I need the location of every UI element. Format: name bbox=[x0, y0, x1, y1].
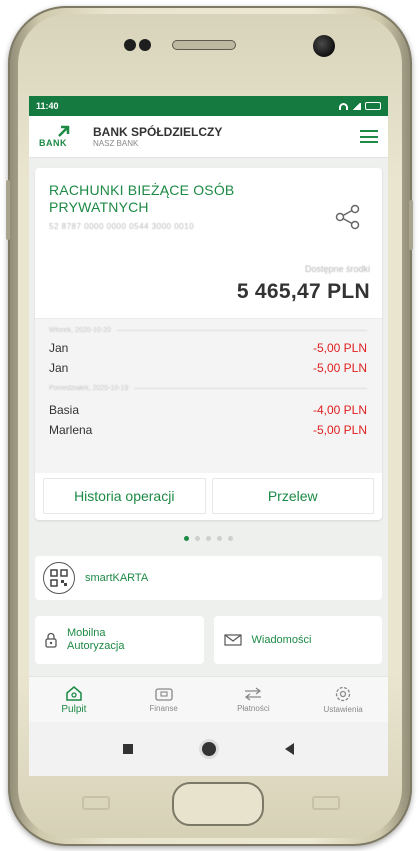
transaction-name: Basia bbox=[49, 403, 80, 417]
transaction-amount: -4,00 PLN bbox=[312, 403, 367, 417]
earpiece-speaker bbox=[172, 40, 236, 50]
account-card[interactable]: RACHUNKI BIEŻĄCE OSÓB PRYWATNYCH 52 8787… bbox=[35, 168, 382, 520]
transaction-row[interactable]: Basia -4,00 PLN bbox=[49, 403, 367, 417]
transaction-name: Marlena bbox=[49, 423, 93, 437]
nav-item-ustawienia[interactable]: Ustawienia bbox=[298, 677, 388, 722]
available-funds-label: Dostępne środki bbox=[304, 264, 370, 274]
quick-tiles: Mobilna Autoryzacja Wiadomości bbox=[35, 616, 382, 664]
transaction-amount: -5,00 PLN bbox=[312, 361, 367, 375]
smartkarta-button[interactable]: smartKARTA bbox=[35, 556, 382, 600]
nav-label: Finanse bbox=[149, 703, 178, 713]
signal-icon bbox=[352, 102, 361, 110]
volume-button bbox=[6, 180, 10, 240]
status-icons bbox=[339, 102, 381, 110]
history-button[interactable]: Historia operacji bbox=[43, 478, 206, 514]
nav-item-pulpit[interactable]: Pulpit bbox=[29, 677, 119, 722]
qr-code-icon bbox=[43, 562, 75, 594]
wifi-icon bbox=[339, 102, 348, 110]
nav-item-finanse[interactable]: Finanse bbox=[119, 677, 209, 722]
logo-text: BANK bbox=[39, 137, 67, 148]
bank-subtitle: NASZ BANK bbox=[93, 139, 139, 148]
page-dot[interactable] bbox=[195, 536, 200, 541]
page-dot[interactable] bbox=[228, 536, 233, 541]
share-icon[interactable] bbox=[335, 204, 361, 230]
sensor-dot-1 bbox=[124, 39, 136, 51]
messages-tile[interactable]: Wiadomości bbox=[213, 616, 382, 664]
account-number: 52 8787 0000 0000 0544 3000 0010 bbox=[49, 222, 195, 231]
transaction-row[interactable]: Jan -5,00 PLN bbox=[49, 361, 367, 375]
sensor-dot-2 bbox=[139, 39, 151, 51]
back-triangle-icon[interactable] bbox=[284, 743, 294, 755]
transfer-button[interactable]: Przelew bbox=[211, 478, 374, 514]
power-button bbox=[409, 200, 413, 250]
carousel-pagination bbox=[29, 536, 388, 541]
date-separator: Wtorek, 2020-10-20 bbox=[49, 327, 367, 334]
hamburger-menu-icon[interactable] bbox=[360, 130, 378, 143]
date-separator: Poniedziałek, 2020-10-19 bbox=[49, 385, 367, 392]
bank-logo: BANK bbox=[39, 125, 87, 148]
bank-title: BANK SPÓŁDZIELCZY bbox=[93, 125, 223, 139]
page-dot[interactable] bbox=[217, 536, 222, 541]
balance-amount: 5 465,47 PLN bbox=[236, 280, 370, 303]
smartkarta-label: smartKARTA bbox=[85, 572, 149, 584]
transaction-row[interactable]: Marlena -5,00 PLN bbox=[49, 423, 367, 437]
phone-screen: 11:40 BANK BANK SPÓŁDZIELCZY NASZ BANK R… bbox=[29, 96, 388, 776]
home-icon bbox=[66, 685, 82, 701]
lock-icon bbox=[45, 632, 57, 648]
wallet-icon bbox=[154, 687, 173, 701]
messages-label: Wiadomości bbox=[251, 633, 312, 646]
status-time: 11:40 bbox=[36, 101, 59, 111]
recents-icon[interactable] bbox=[123, 744, 134, 754]
nav-label: Ustawienia bbox=[323, 704, 363, 714]
front-camera bbox=[313, 35, 335, 57]
envelope-icon bbox=[223, 634, 242, 646]
physical-home-button[interactable] bbox=[172, 782, 264, 826]
bank-name: BANK SPÓŁDZIELCZY NASZ BANK bbox=[93, 125, 222, 148]
transaction-amount: -5,00 PLN bbox=[312, 341, 367, 355]
nav-label: Płatności bbox=[237, 703, 270, 713]
account-actions: Historia operacji Przelew bbox=[43, 478, 374, 514]
account-title: RACHUNKI BIEŻĄCE OSÓB PRYWATNYCH bbox=[49, 182, 235, 215]
nav-label: Pulpit bbox=[61, 703, 87, 715]
transaction-row[interactable]: Jan -5,00 PLN bbox=[49, 341, 367, 355]
back-key bbox=[312, 796, 340, 810]
page-dot[interactable] bbox=[184, 536, 189, 541]
bottom-navigation: Pulpit Finanse Płatności Ustawienia bbox=[29, 676, 388, 722]
recent-transactions: Wtorek, 2020-10-20 Jan -5,00 PLN Jan -5,… bbox=[35, 318, 382, 473]
logo-arrow-icon bbox=[58, 125, 70, 137]
mobile-authorization-label: Mobilna Autoryzacja bbox=[67, 627, 125, 652]
transaction-amount: -5,00 PLN bbox=[312, 423, 367, 437]
gear-icon bbox=[335, 686, 351, 701]
nav-item-platnosci[interactable]: Płatności bbox=[209, 677, 299, 722]
transfer-arrows-icon bbox=[245, 686, 262, 701]
mobile-authorization-tile[interactable]: Mobilna Autoryzacja bbox=[35, 616, 204, 664]
transaction-name: Jan bbox=[49, 361, 69, 375]
status-bar: 11:40 bbox=[29, 96, 388, 116]
system-navigation-bar bbox=[29, 722, 388, 776]
recent-key bbox=[82, 796, 110, 810]
app-header: BANK BANK SPÓŁDZIELCZY NASZ BANK bbox=[29, 116, 388, 158]
page-dot[interactable] bbox=[206, 536, 211, 541]
battery-icon bbox=[365, 102, 381, 110]
home-circle-icon[interactable] bbox=[201, 742, 216, 756]
transaction-name: Jan bbox=[49, 341, 69, 355]
